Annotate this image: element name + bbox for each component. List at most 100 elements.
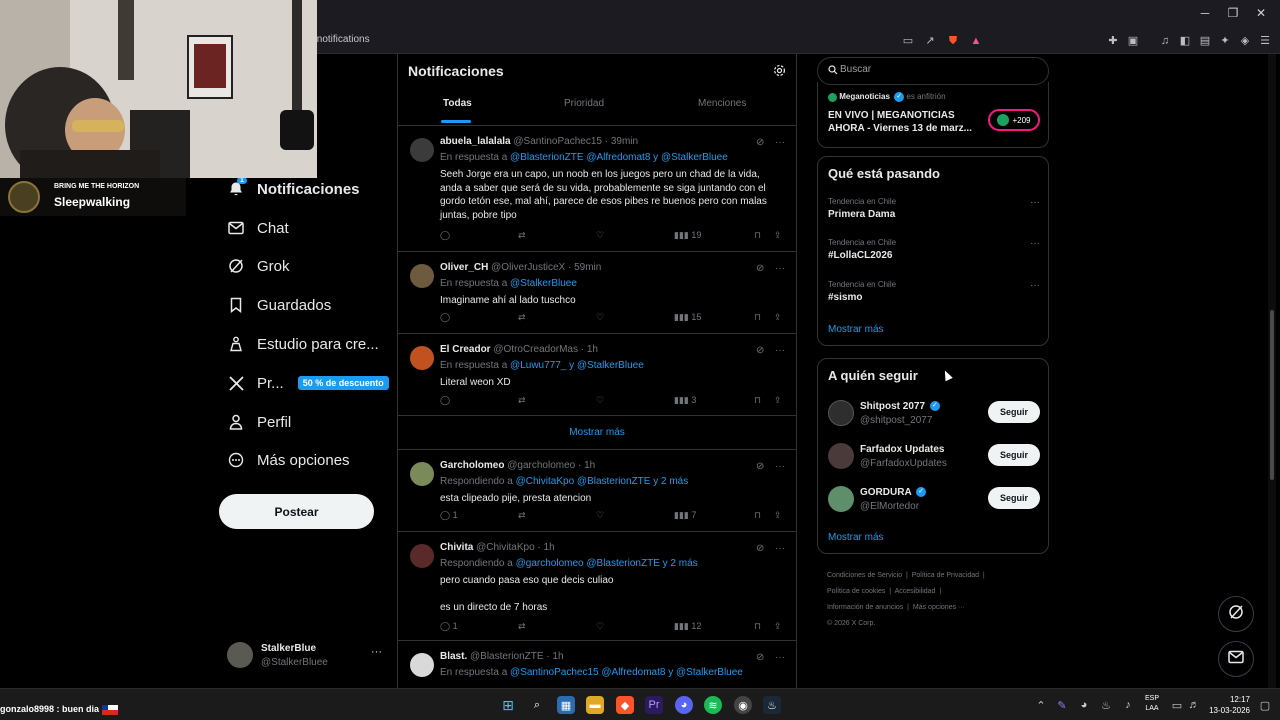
sidebar-icon[interactable]: ◧ [1178,34,1192,48]
nav-grok[interactable]: Grok [227,251,290,281]
like-icon[interactable]: ♡ [596,621,604,632]
page-scrollbar[interactable] [1268,54,1276,688]
post-author[interactable]: El Creador [440,344,491,355]
share-icon[interactable]: ⇪ [774,510,782,521]
share-icon[interactable]: ⇪ [774,621,782,632]
reply-icon[interactable]: ◯ [440,312,450,323]
reply-mentions[interactable]: @Luwu777_ y @StalkerBluee [510,360,644,371]
repost-icon[interactable]: ⇄ [518,312,526,323]
grok-fab-button[interactable] [1218,596,1254,632]
post-button[interactable]: Postear [219,494,374,529]
post-author[interactable]: Oliver_CH [440,262,488,273]
grok-icon[interactable]: ⊘ [756,461,764,472]
more-icon[interactable]: ··· [775,461,785,472]
more-icon[interactable]: ··· [775,345,785,356]
reply-icon[interactable]: ◯ 1 [440,621,458,632]
follow-show-more[interactable]: Mostrar más [828,532,884,543]
share-icon[interactable]: ⇪ [774,230,782,241]
nav-profile[interactable]: Perfil [227,407,291,437]
start-icon[interactable]: ⊞ [499,696,517,714]
footer-link[interactable]: Condiciones de Servicio [827,572,902,579]
footer-link[interactable]: Información de anuncios [827,604,903,611]
brave-rewards-icon[interactable]: ▲ [969,34,983,48]
footer-link[interactable]: Accesibilidad [895,588,936,595]
close-icon[interactable]: ✕ [1252,6,1270,22]
nav-creator-studio[interactable]: Estudio para cre... [227,329,379,359]
more-icon[interactable]: ··· [1030,280,1040,291]
notification-center-icon[interactable]: ▢ [1256,696,1274,714]
brave-icon[interactable]: ◆ [616,696,634,714]
post-author[interactable]: Blast. [440,651,467,662]
reply-icon[interactable]: ◯ [440,395,450,406]
like-icon[interactable]: ♡ [596,312,604,323]
grok-icon[interactable]: ⊘ [756,263,764,274]
views-icon[interactable]: ▮▮▮ 3 [674,395,696,406]
listeners-pill[interactable]: +209 [988,109,1040,131]
footer-link[interactable]: Más opciones ··· [913,604,965,611]
share-icon[interactable]: ⇪ [774,395,782,406]
premiere-icon[interactable]: Pr [645,696,663,714]
repost-icon[interactable]: ⇄ [518,621,526,632]
nav-more-options[interactable]: Más opciones [227,445,350,475]
media-icon[interactable]: ♫ [1158,34,1172,48]
bookmark-icon[interactable]: ⊓ [754,621,761,632]
follow-button[interactable]: Seguir [988,444,1040,466]
tab-icon[interactable]: ▣ [1126,34,1140,48]
network-icon[interactable]: ▭ [1168,696,1186,714]
address-bar[interactable]: /notifications [314,34,370,45]
show-more-link[interactable]: Mostrar más [398,416,796,450]
restore-icon[interactable]: ❐ [1224,6,1242,22]
more-icon[interactable]: ··· [775,543,785,554]
nav-chat[interactable]: Chat [227,213,289,243]
volume-icon[interactable]: ♬ [1185,696,1203,714]
more-icon[interactable]: ··· [1030,238,1040,249]
obs-icon[interactable]: ◉ [734,696,752,714]
file-explorer-icon[interactable]: ▬ [586,696,604,714]
post[interactable]: Blast. @BlasterionZTE · 1h ⊘ ··· En resp… [398,641,796,688]
follow-suggestion[interactable]: Farfadox Updates @FarfadoxUpdates Seguir [828,442,1040,472]
more-icon[interactable]: ··· [775,652,785,663]
reply-mentions[interactable]: @ChivitaKpo @BlasterionZTE y 2 más [516,476,689,487]
post[interactable]: abuela_lalalala @SantinoPachec15 · 39min… [398,126,796,252]
share-icon[interactable]: ⇪ [774,312,782,323]
footer-link[interactable]: Política de cookies [827,588,885,595]
follow-button[interactable]: Seguir [988,487,1040,509]
repost-icon[interactable]: ⇄ [518,510,526,521]
like-icon[interactable]: ♡ [596,395,604,406]
search-box[interactable] [817,57,1049,85]
system-clock[interactable]: 12:17 13-03-2026 [1204,694,1250,716]
vpn-icon[interactable]: ◈ [1238,34,1252,48]
post[interactable]: Oliver_CH @OliverJusticeX · 59min ⊘ ··· … [398,252,796,334]
grok-icon[interactable]: ⊘ [756,652,764,663]
messages-fab-button[interactable] [1218,641,1254,677]
steam-icon[interactable]: ♨ [763,696,781,714]
tab-priority[interactable]: Prioridad [564,98,604,109]
reply-icon[interactable]: ◯ [440,230,450,241]
reply-mentions[interactable]: @SantinoPachec15 @Alfredomat8 y @Stalker… [510,667,743,678]
account-switcher[interactable]: StalkerBlue @StalkerBluee ··· [227,640,387,674]
language-indicator[interactable]: ESP LAA [1142,694,1162,714]
nav-premium[interactable]: Pr... 50 % de descuento [227,368,389,398]
trend-item[interactable]: Tendencia en Chile #LollaCL2026 ··· [828,238,1040,261]
like-icon[interactable]: ♡ [596,510,604,521]
views-icon[interactable]: ▮▮▮ 19 [674,230,701,241]
microphone-icon[interactable]: ♪ [1119,696,1137,714]
spotify-icon[interactable]: ≋ [704,696,722,714]
follow-suggestion[interactable]: GORDURA ✓ @ElMortedor Seguir [828,485,1040,515]
repost-icon[interactable]: ⇄ [518,395,526,406]
reply-icon[interactable]: ◯ 1 [440,510,458,521]
search-icon[interactable]: ⌕ [528,696,546,714]
post-author[interactable]: Garcholomeo [440,460,504,471]
repost-icon[interactable]: ⇄ [518,230,526,241]
bookmark-icon[interactable]: ⊓ [754,510,761,521]
discord-tray-icon[interactable]: ◕ [1075,696,1093,714]
wallet-icon[interactable]: ▤ [1198,34,1212,48]
grok-icon[interactable]: ⊘ [756,345,764,356]
tray-app-icon[interactable]: ✎ [1053,696,1071,714]
grok-icon[interactable]: ⊘ [756,137,764,148]
more-icon[interactable]: ··· [775,137,785,148]
menu-icon[interactable]: ☰ [1258,34,1272,48]
views-icon[interactable]: ▮▮▮ 12 [674,621,701,632]
live-space-card[interactable]: Meganoticias ✓ es anfitrión EN VIVO | ME… [817,82,1049,148]
share-icon[interactable]: ↗ [923,34,937,48]
